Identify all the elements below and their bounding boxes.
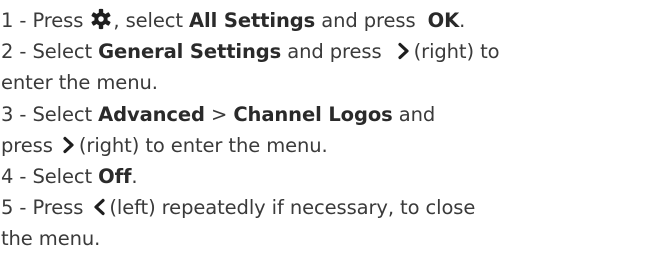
step-4: 4 - Select Off. <box>1 161 663 192</box>
step-number: 4 - <box>1 164 27 188</box>
menu-item-channel-logos: Channel Logos <box>233 102 393 126</box>
step-5: 5 - Press (left) repeatedly if necessary… <box>1 192 663 223</box>
chevron-left-icon <box>94 199 105 216</box>
step-verb: Press <box>32 9 84 32</box>
step-punctuation: . <box>459 9 466 32</box>
step-text: (left) repeatedly if necessary, to close <box>109 196 476 220</box>
step-3-continuation: press (right) to enter the menu. <box>1 130 663 161</box>
step-verb: Select <box>32 164 93 188</box>
menu-path-separator: > <box>210 102 228 126</box>
step-number: 2 - <box>1 40 27 64</box>
step-verb: Select <box>32 102 93 126</box>
step-3: 3 - Select Advanced > Channel Logos and <box>1 99 663 130</box>
step-text: and <box>398 102 436 126</box>
step-text: and press <box>321 9 416 32</box>
step-text: (right) to <box>413 40 500 64</box>
menu-item-all-settings: All Settings <box>189 9 316 32</box>
chevron-right-icon <box>63 136 74 153</box>
menu-item-advanced: Advanced <box>98 102 205 126</box>
step-1: 1 - Press , select All Settings and pres… <box>1 5 663 36</box>
chevron-right-icon <box>398 43 409 60</box>
step-text: (right) to enter the menu. <box>78 133 328 157</box>
step-text: and press <box>287 40 382 64</box>
step-5-continuation: the menu. <box>1 223 663 254</box>
menu-item-off: Off <box>98 164 132 188</box>
step-number: 5 - <box>1 196 27 220</box>
step-text: the menu. <box>1 227 101 251</box>
step-number: 3 - <box>1 102 27 126</box>
step-text: , select <box>113 9 183 32</box>
key-ok: OK <box>427 9 460 32</box>
menu-item-general-settings: General Settings <box>98 40 282 64</box>
step-verb: press <box>1 133 53 157</box>
instruction-steps: 1 - Press , select All Settings and pres… <box>1 5 663 255</box>
step-punctuation: . <box>131 164 138 188</box>
step-2: 2 - Select General Settings and press (r… <box>1 36 663 67</box>
step-2-continuation: enter the menu. <box>1 67 663 98</box>
step-number: 1 - <box>1 9 27 32</box>
step-verb: Select <box>32 40 93 64</box>
gear-icon <box>91 8 111 30</box>
step-verb: Press <box>32 196 84 220</box>
step-text: enter the menu. <box>1 71 158 95</box>
